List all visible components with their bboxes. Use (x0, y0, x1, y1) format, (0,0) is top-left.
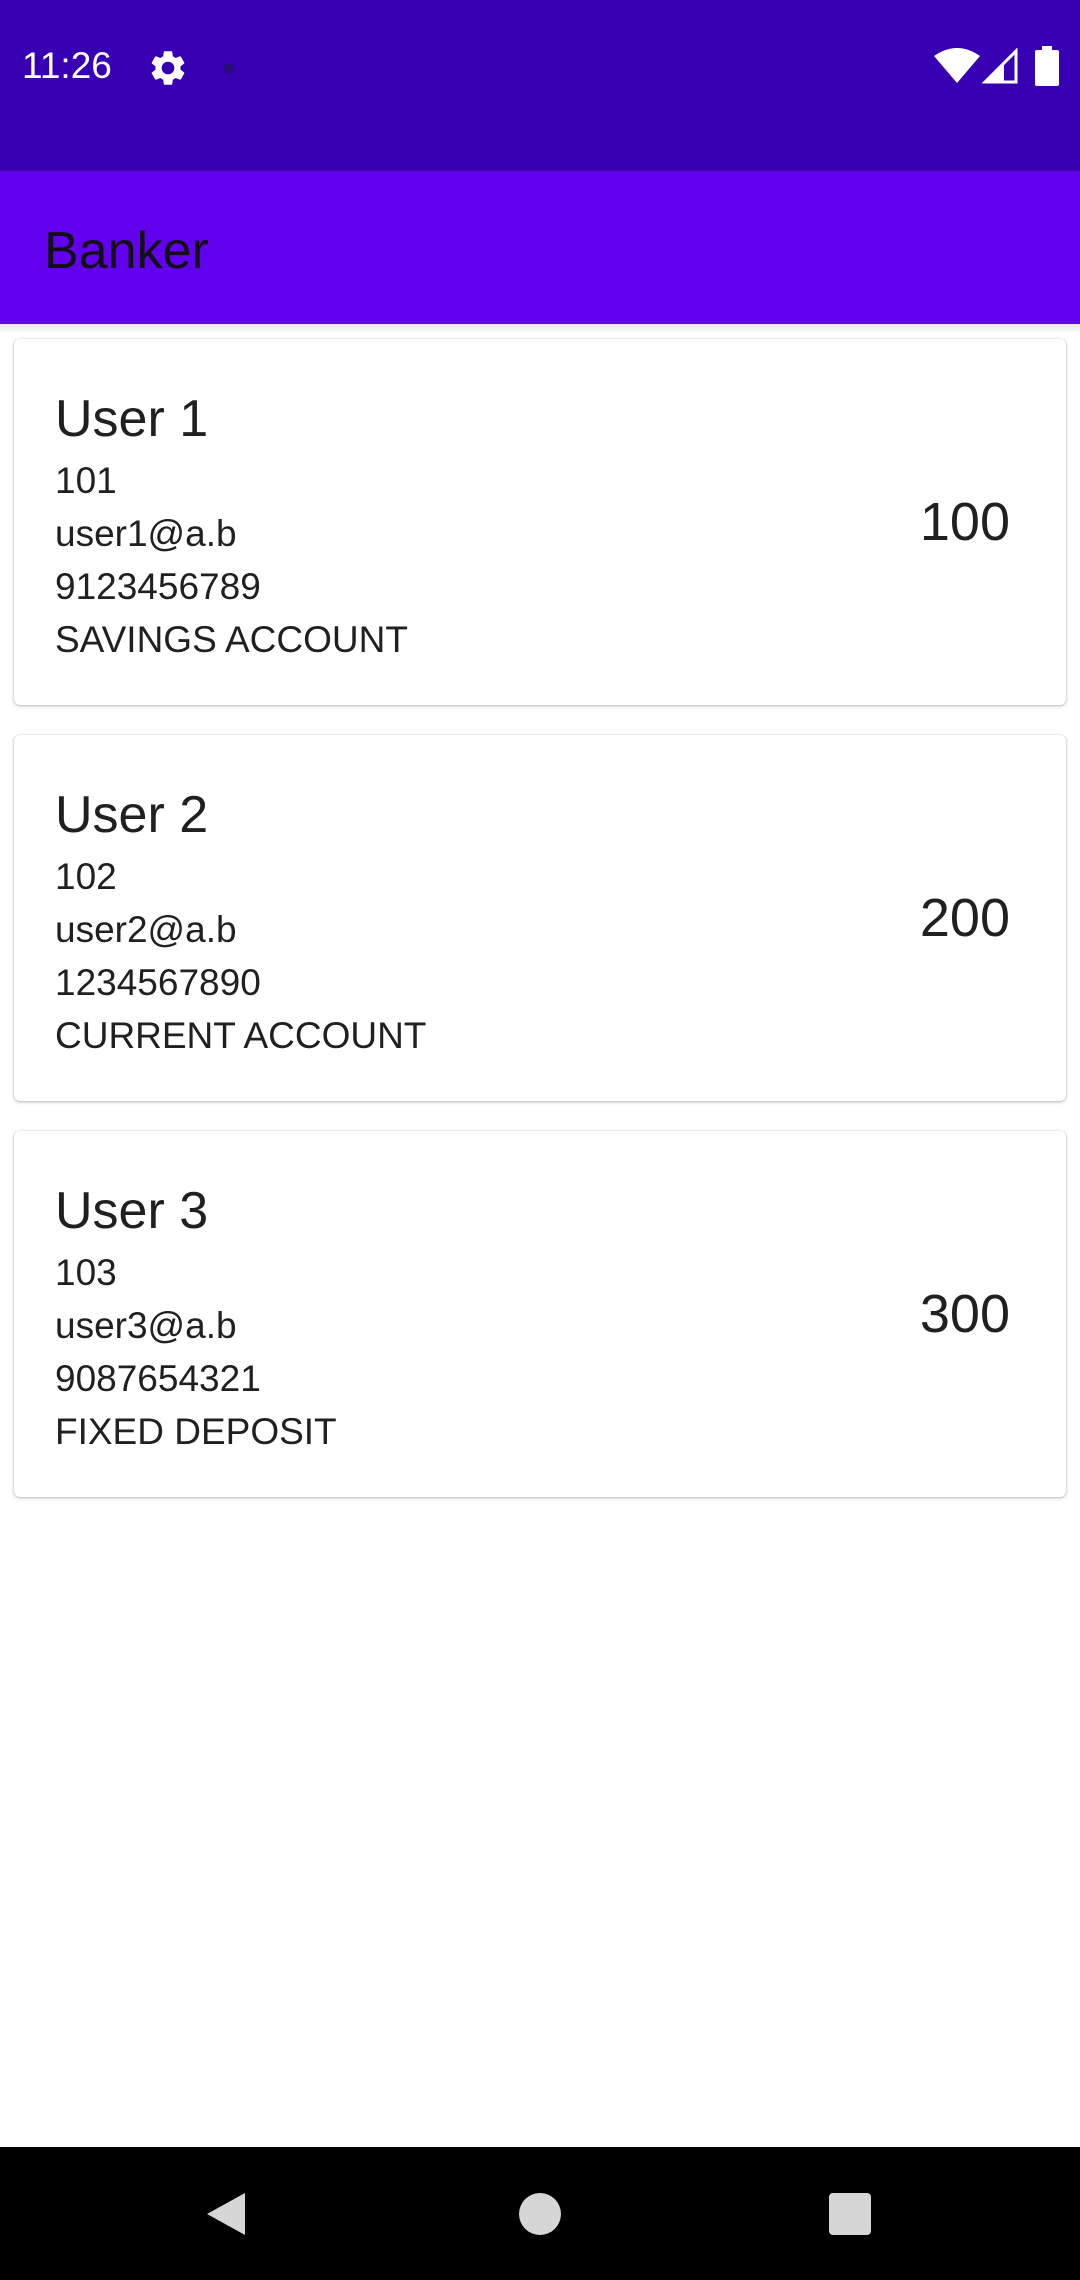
account-phone: 9123456789 (55, 566, 261, 607)
account-amount: 100 (919, 492, 1010, 552)
signal-icon (982, 48, 1018, 84)
back-icon[interactable] (205, 2191, 247, 2237)
account-card[interactable]: User 3 103 user3@a.b 9087654321 FIXED DE… (14, 1131, 1066, 1497)
recents-icon[interactable] (829, 2193, 871, 2235)
notification-dot-icon (223, 63, 234, 74)
account-name: User 2 (55, 786, 209, 844)
account-email: user1@a.b (55, 513, 237, 554)
account-amount: 300 (919, 1284, 1010, 1344)
account-card[interactable]: User 2 102 user2@a.b 1234567890 CURRENT … (14, 735, 1066, 1101)
account-email: user2@a.b (55, 909, 237, 950)
battery-icon (1035, 46, 1059, 86)
account-id: 102 (55, 856, 117, 897)
status-bar: 11:26 (0, 0, 1080, 171)
account-type: CURRENT ACCOUNT (55, 1015, 427, 1056)
account-amount: 200 (919, 888, 1010, 948)
status-time: 11:26 (22, 45, 112, 86)
app-bar: Banker (0, 171, 1080, 324)
account-phone: 9087654321 (55, 1358, 261, 1399)
gear-icon (151, 51, 185, 85)
account-type: FIXED DEPOSIT (55, 1411, 337, 1452)
account-name: User 1 (55, 390, 209, 448)
home-icon[interactable] (519, 2193, 561, 2235)
account-id: 101 (55, 460, 117, 501)
app-title: Banker (44, 222, 209, 280)
app-bar-shadow (0, 324, 1080, 334)
account-id: 103 (55, 1252, 117, 1293)
account-phone: 1234567890 (55, 962, 261, 1003)
navigation-bar (0, 2147, 1080, 2280)
account-type: SAVINGS ACCOUNT (55, 619, 408, 660)
account-name: User 3 (55, 1182, 209, 1240)
account-card[interactable]: User 1 101 user1@a.b 9123456789 SAVINGS … (14, 339, 1066, 705)
wifi-icon (934, 48, 980, 83)
account-email: user3@a.b (55, 1305, 237, 1346)
